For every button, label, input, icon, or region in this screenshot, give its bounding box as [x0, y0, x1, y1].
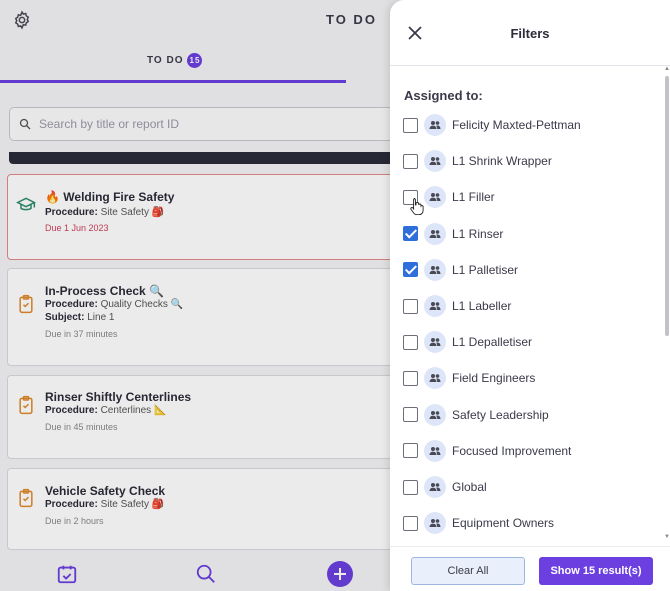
assignee-option[interactable]: Felicity Maxted-Pettman: [403, 112, 653, 138]
checkbox[interactable]: [403, 334, 418, 350]
checkbox[interactable]: [403, 443, 418, 459]
assignee-label: L1 Palletiser: [452, 262, 519, 277]
checkbox[interactable]: [403, 407, 418, 423]
show-results-button[interactable]: Show 15 result(s): [539, 557, 653, 585]
assignee-label: Global: [452, 480, 487, 494]
scroll-up-arrow[interactable]: ▲: [664, 66, 670, 72]
group-icon: [424, 295, 446, 317]
group-icon: [424, 367, 446, 390]
assignee-option[interactable]: L1 Palletiser: [403, 257, 653, 283]
group-icon: [424, 150, 446, 173]
assignee-option[interactable]: L1 Labeller: [403, 293, 653, 319]
group-icon: [424, 186, 446, 209]
assignee-label: Field Engineers: [452, 371, 536, 386]
assignee-label: L1 Labeller: [452, 299, 512, 313]
checkbox[interactable]: [403, 515, 418, 531]
checkbox[interactable]: [403, 370, 418, 386]
assignee-label: L1 Rinser: [452, 226, 504, 241]
checkbox[interactable]: [403, 226, 418, 242]
group-icon: [424, 114, 446, 136]
assignee-option[interactable]: Safety Leadership: [403, 402, 653, 428]
clear-all-button[interactable]: Clear All: [411, 557, 525, 585]
assignee-option[interactable]: L1 Shrink Wrapper: [403, 148, 653, 174]
scroll-thumb[interactable]: [665, 76, 669, 336]
group-icon: [424, 258, 446, 281]
assignee-label: Safety Leadership: [452, 407, 549, 422]
assigned-to-heading: Assigned to:: [404, 88, 483, 103]
checkbox[interactable]: [403, 117, 418, 133]
checkbox[interactable]: [403, 153, 418, 169]
group-icon: [424, 476, 446, 498]
scroll-down-arrow[interactable]: ▼: [664, 534, 670, 540]
checkbox[interactable]: [403, 298, 418, 314]
filters-footer: Clear All Show 15 result(s): [390, 546, 670, 591]
assignee-label: L1 Depalletiser: [452, 335, 533, 350]
group-icon: [424, 512, 446, 535]
assignee-label: Felicity Maxted-Pettman: [452, 118, 581, 132]
assignee-option[interactable]: L1 Depalletiser: [403, 329, 653, 355]
scrollbar[interactable]: ▲ ▼: [663, 66, 670, 546]
assignee-label: Focused Improvement: [452, 443, 572, 458]
checkbox[interactable]: [403, 479, 418, 495]
hand-cursor-icon: [410, 198, 424, 215]
group-icon: [424, 331, 446, 354]
assignee-label: L1 Shrink Wrapper: [452, 154, 552, 169]
filters-panel: Filters Assigned to: Felicity Maxted-Pet…: [390, 0, 670, 591]
assignee-label: Equipment Owners: [452, 516, 555, 531]
group-icon: [424, 222, 446, 245]
checkbox[interactable]: [403, 262, 418, 278]
assignee-label: L1 Filler: [452, 190, 495, 205]
assignee-option[interactable]: L1 Filler: [403, 184, 653, 210]
assignee-option[interactable]: Field Engineers: [403, 365, 653, 391]
assignee-option[interactable]: Equipment Owners: [403, 510, 653, 536]
assignee-option[interactable]: L1 Rinser: [403, 221, 653, 247]
assignee-option[interactable]: Global: [403, 474, 653, 500]
assignee-option[interactable]: Focused Improvement: [403, 438, 653, 464]
filters-title: Filters: [510, 26, 550, 41]
group-icon: [424, 439, 446, 462]
group-icon: [424, 403, 446, 426]
filters-header: Filters: [390, 0, 670, 66]
filters-body: Assigned to: Felicity Maxted-Pettman L1 S…: [390, 66, 670, 546]
